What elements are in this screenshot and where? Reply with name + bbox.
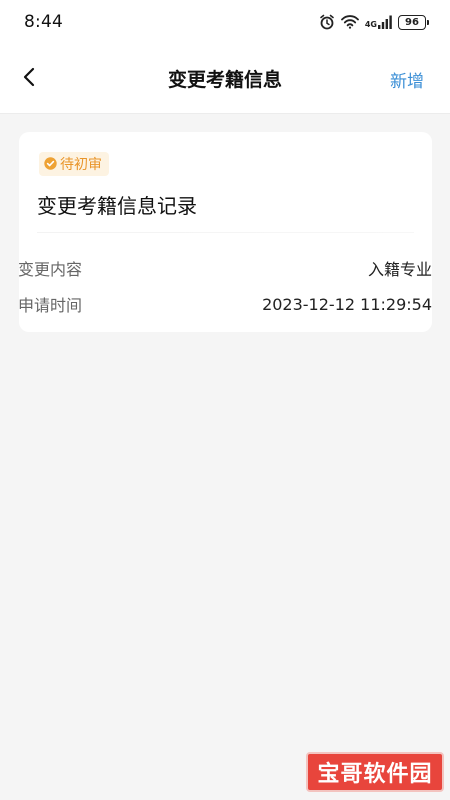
network-type: 4G: [364, 20, 377, 29]
battery-icon: 96: [398, 14, 429, 30]
field-value: 入籍专业: [367, 260, 432, 279]
field-row-apply-time: 申请时间 2023-12-12 11:29:54: [18, 292, 432, 316]
field-label: 变更内容: [18, 260, 83, 279]
alarm-icon: [319, 14, 335, 30]
back-button[interactable]: [12, 62, 46, 96]
chevron-left-icon: [22, 67, 36, 91]
status-badge-label: 待初审: [60, 157, 102, 173]
field-value: 2023-12-12 11:29:54: [262, 294, 432, 314]
record-title: 变更考籍信息记录: [37, 194, 197, 218]
watermark-text: 宝哥软件园: [317, 762, 433, 787]
signal-group: 4G: [365, 15, 392, 29]
page-title: 变更考籍信息: [167, 69, 282, 91]
battery-level: 96: [405, 16, 419, 28]
status-bar: 8:44 4G 96: [0, 0, 450, 44]
signal-icon: [378, 15, 392, 29]
card-divider: [37, 232, 414, 233]
status-time: 8:44: [24, 12, 63, 32]
wifi-icon: [340, 15, 359, 29]
status-icons: 4G 96: [319, 14, 429, 30]
check-circle-icon: [44, 155, 57, 174]
field-label: 申请时间: [18, 296, 83, 315]
add-button[interactable]: 新增: [390, 67, 424, 92]
nav-bar: 变更考籍信息 新增: [0, 44, 450, 114]
field-row-change-content: 变更内容 入籍专业: [18, 256, 432, 280]
watermark-logo: 宝哥软件园: [306, 752, 444, 792]
status-badge: 待初审: [39, 152, 109, 176]
app-screen: 8:44 4G 96 变更考籍信息 新增 待初审 变更考籍信息记录 变更内容 入…: [0, 0, 450, 800]
